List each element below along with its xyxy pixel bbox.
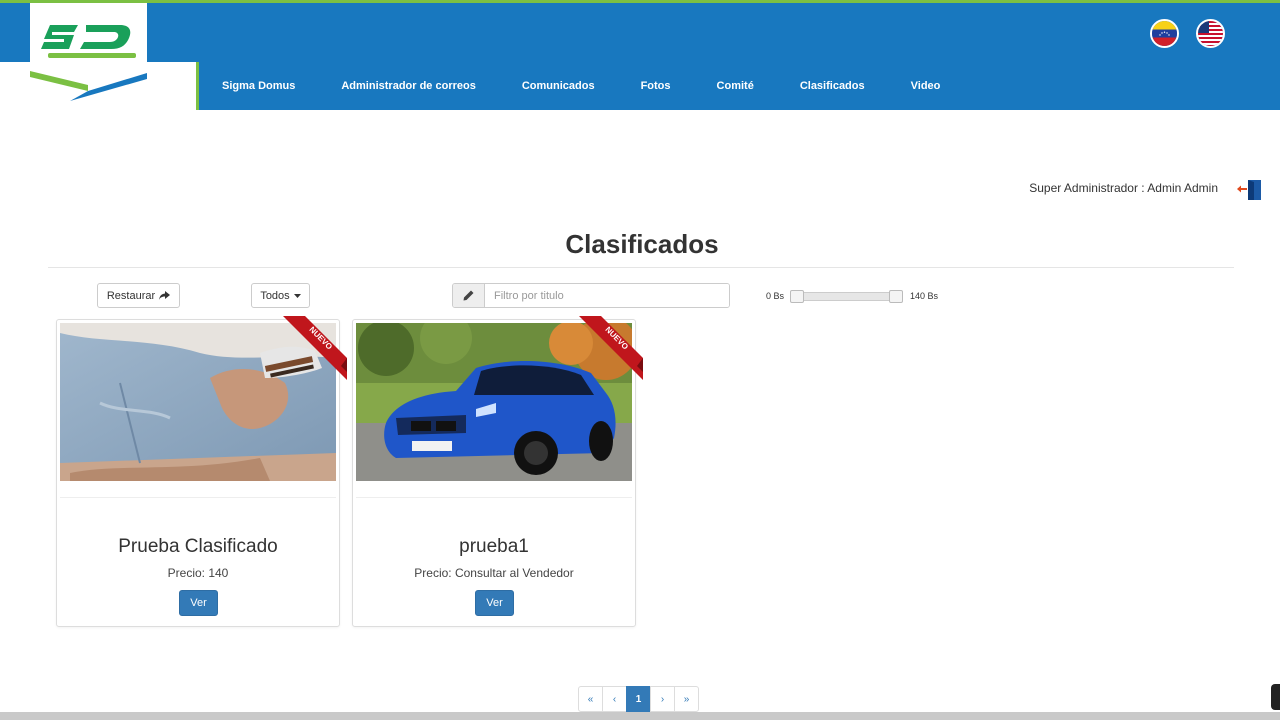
new-badge: NUEVO (283, 316, 347, 380)
language-switcher (1150, 19, 1225, 48)
menu-item-administrador-correos[interactable]: Administrador de correos (318, 80, 498, 92)
price-range-slider-track[interactable] (791, 292, 903, 301)
pagination-prev[interactable]: ‹ (602, 686, 627, 712)
venezuela-flag-icon[interactable] (1150, 19, 1179, 48)
card-title: prueba1 (459, 536, 529, 557)
title-filter-input[interactable] (485, 284, 729, 307)
pagination-first[interactable]: « (578, 686, 603, 712)
menu-item-sigma-domus[interactable]: Sigma Domus (199, 80, 318, 92)
card-price: Precio: Consultar al Vendedor (414, 566, 574, 580)
horizontal-scrollbar[interactable] (0, 712, 1280, 720)
pencil-icon (453, 284, 485, 307)
pagination-next[interactable]: › (650, 686, 675, 712)
view-button[interactable]: Ver (475, 590, 514, 616)
view-button[interactable]: Ver (179, 590, 218, 616)
page-title: Clasificados (565, 229, 719, 259)
card-divider (60, 497, 336, 498)
current-user-label: Super Administrador : Admin Admin (1029, 181, 1218, 195)
menu-item-clasificados[interactable]: Clasificados (777, 80, 888, 92)
card-title: Prueba Clasificado (118, 536, 278, 557)
main-menu: Sigma Domus Administrador de correos Com… (199, 62, 963, 110)
card-price: Precio: 140 (167, 566, 229, 580)
title-filter-group (452, 283, 730, 308)
pagination: « ‹ 1 › » (578, 686, 699, 712)
logout-door-icon[interactable] (1237, 178, 1263, 202)
pagination-last[interactable]: » (674, 686, 699, 712)
usa-flag-icon[interactable] (1196, 19, 1225, 48)
restore-button-label: Restaurar (106, 289, 156, 302)
price-max-handle[interactable] (889, 290, 903, 303)
price-min-handle[interactable] (790, 290, 804, 303)
pagination-page-current[interactable]: 1 (626, 686, 651, 712)
menu-item-comite[interactable]: Comité (694, 80, 777, 92)
price-min-label: 0 Bs (766, 291, 785, 301)
classified-card: NUEVO prueba1 Precio: Consultar al Vende… (352, 316, 643, 627)
price-max-label: 140 Bs (910, 291, 939, 301)
caret-down-icon (293, 293, 301, 298)
menu-item-video[interactable]: Video (888, 80, 964, 92)
classified-card: NUEVO Prueba Clasificado Precio: 140 Ver (56, 316, 347, 627)
category-filter-label: Todos (260, 289, 290, 302)
menu-item-fotos[interactable]: Fotos (618, 80, 694, 92)
card-divider (356, 497, 632, 498)
sigma-domus-logo[interactable]: SD (30, 3, 147, 101)
category-filter-dropdown[interactable]: Todos (251, 283, 310, 308)
share-arrow-icon (159, 291, 171, 300)
new-badge: NUEVO (579, 316, 643, 380)
floating-widget-button[interactable] (1271, 684, 1280, 710)
title-divider (48, 267, 1234, 268)
restore-button[interactable]: Restaurar (97, 283, 180, 308)
menu-item-comunicados[interactable]: Comunicados (499, 80, 618, 92)
